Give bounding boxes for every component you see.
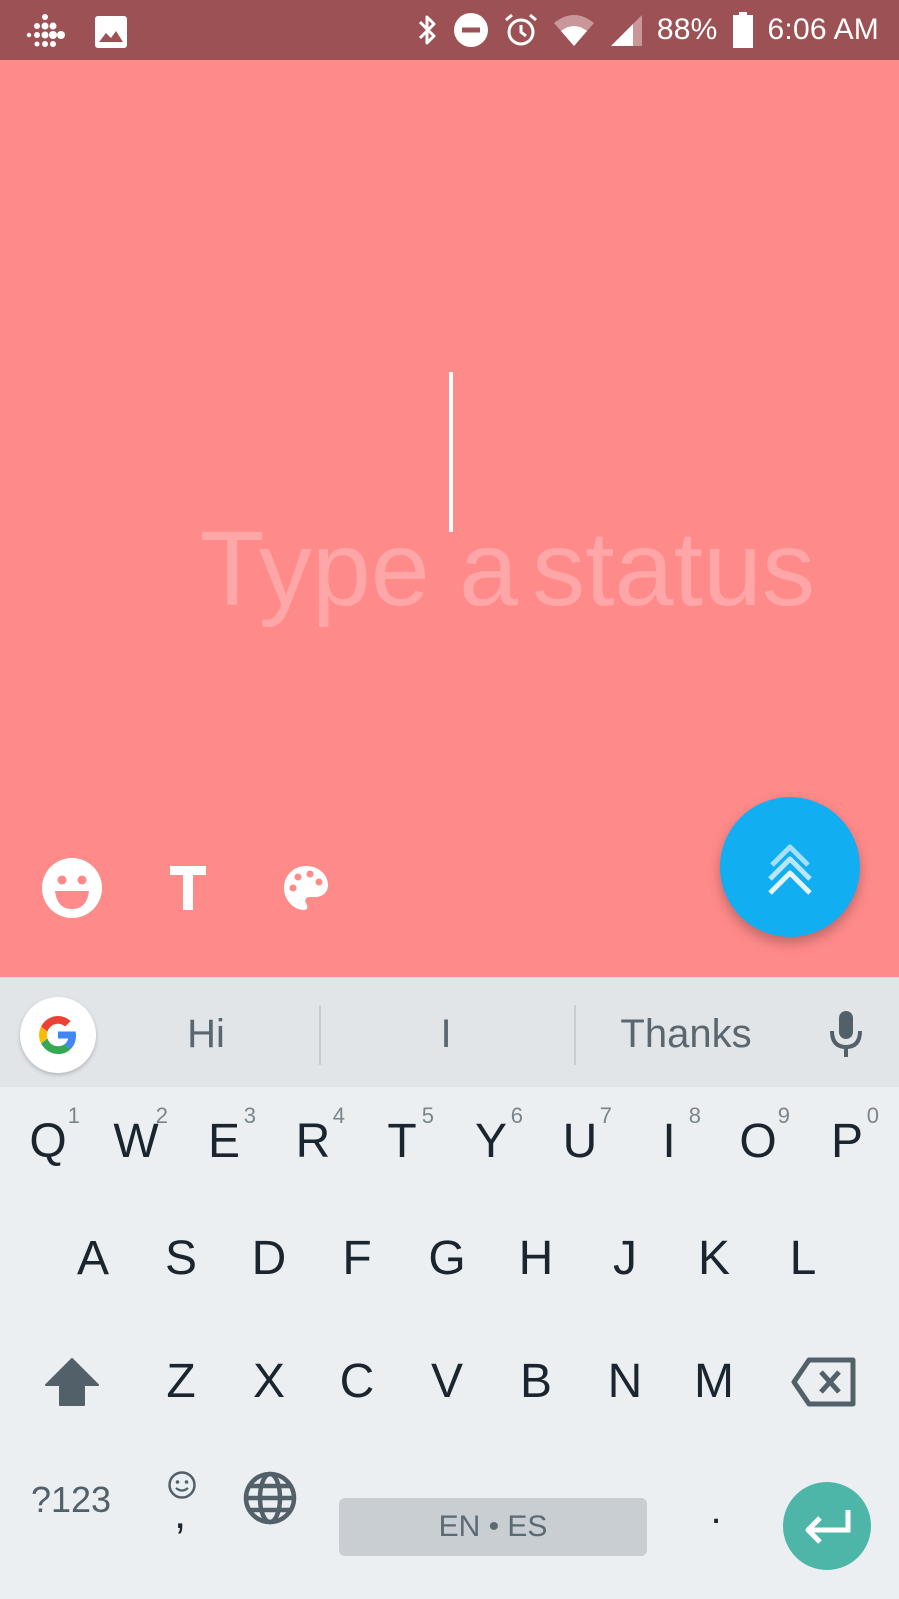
key-l[interactable]: L [759, 1204, 847, 1314]
key-j[interactable]: J [581, 1204, 669, 1314]
enter-arrow-icon [802, 1508, 852, 1544]
key-h[interactable]: H [492, 1204, 580, 1314]
status-placeholder-part1: Type a [199, 510, 519, 628]
text-style-button[interactable] [156, 856, 220, 920]
key-r[interactable]: R4 [269, 1087, 357, 1197]
suggestion-strip: Hi I Thanks [0, 977, 899, 1087]
backspace-key[interactable] [780, 1327, 868, 1437]
key-d[interactable]: D [225, 1204, 313, 1314]
color-palette-button[interactable] [274, 856, 338, 920]
keyboard: Hi I Thanks Q1 W2 E3 R4 T5 Y6 U7 I8 O9 P… [0, 977, 899, 1599]
do-not-disturb-icon [453, 12, 489, 48]
suggestion-divider [574, 1005, 576, 1065]
wifi-icon [553, 13, 595, 47]
comma-emoji-key[interactable]: , [138, 1445, 226, 1555]
key-y[interactable]: Y6 [447, 1087, 535, 1197]
key-w[interactable]: W2 [92, 1087, 180, 1197]
battery-percent: 88% [656, 13, 718, 46]
key-a[interactable]: A [49, 1204, 137, 1314]
google-button[interactable] [20, 997, 96, 1073]
compose-toolbar [38, 856, 338, 920]
key-row-2: A S D F G H J K L [0, 1204, 899, 1314]
suggestion-divider [319, 1005, 321, 1065]
palette-icon [282, 864, 330, 912]
key-f[interactable]: F [313, 1204, 401, 1314]
status-placeholder-part2: status [532, 510, 815, 628]
backspace-icon [791, 1357, 857, 1407]
key-q[interactable]: Q1 [4, 1087, 92, 1197]
status-compose-area[interactable]: Type a status [0, 60, 899, 977]
cell-signal-icon [609, 13, 643, 47]
send-chevrons-icon [765, 837, 815, 897]
key-n[interactable]: N [581, 1327, 669, 1437]
key-b[interactable]: B [492, 1327, 580, 1437]
key-c[interactable]: C [313, 1327, 401, 1437]
key-p[interactable]: P0 [803, 1087, 891, 1197]
key-u[interactable]: U7 [536, 1087, 624, 1197]
send-status-button[interactable] [720, 797, 860, 937]
key-z[interactable]: Z [137, 1327, 225, 1437]
key-t[interactable]: T5 [358, 1087, 446, 1197]
suggestion-2[interactable]: I [346, 1009, 546, 1059]
voice-input-button[interactable] [826, 1009, 866, 1064]
comma-label: , [174, 1489, 187, 1538]
fitbit-icon [24, 12, 66, 52]
enter-key[interactable] [783, 1482, 871, 1570]
key-row-3: Z X C V B N M [0, 1327, 899, 1437]
status-bar: 88% 6:06 AM [0, 0, 899, 60]
alarm-icon [503, 12, 539, 48]
key-v[interactable]: V [403, 1327, 491, 1437]
emoji-button[interactable] [40, 856, 104, 920]
smiley-icon [41, 857, 103, 919]
text-t-icon [168, 864, 208, 912]
text-cursor [449, 372, 453, 532]
microphone-icon [826, 1009, 866, 1059]
key-row-1: Q1 W2 E3 R4 T5 Y6 U7 I8 O9 P0 [0, 1087, 899, 1197]
suggestion-1[interactable]: Hi [106, 1009, 306, 1059]
key-x[interactable]: X [225, 1327, 313, 1437]
period-key[interactable]: . [672, 1445, 760, 1555]
google-g-icon [36, 1013, 80, 1057]
language-switch-key[interactable] [226, 1445, 314, 1555]
space-bar[interactable]: EN • ES [339, 1498, 647, 1556]
globe-icon [242, 1470, 298, 1526]
shift-arrow-icon [44, 1357, 100, 1407]
clock: 6:06 AM [767, 13, 879, 46]
shift-key[interactable] [28, 1327, 116, 1437]
key-e[interactable]: E3 [180, 1087, 268, 1197]
key-s[interactable]: S [137, 1204, 225, 1314]
key-k[interactable]: K [670, 1204, 758, 1314]
suggestion-3[interactable]: Thanks [586, 1009, 786, 1059]
bluetooth-icon [417, 13, 439, 47]
key-i[interactable]: I8 [625, 1087, 713, 1197]
image-icon [94, 15, 128, 49]
battery-icon [732, 11, 754, 49]
symbols-key[interactable]: ?123 [26, 1445, 116, 1555]
key-o[interactable]: O9 [714, 1087, 802, 1197]
key-g[interactable]: G [403, 1204, 491, 1314]
key-m[interactable]: M [670, 1327, 758, 1437]
